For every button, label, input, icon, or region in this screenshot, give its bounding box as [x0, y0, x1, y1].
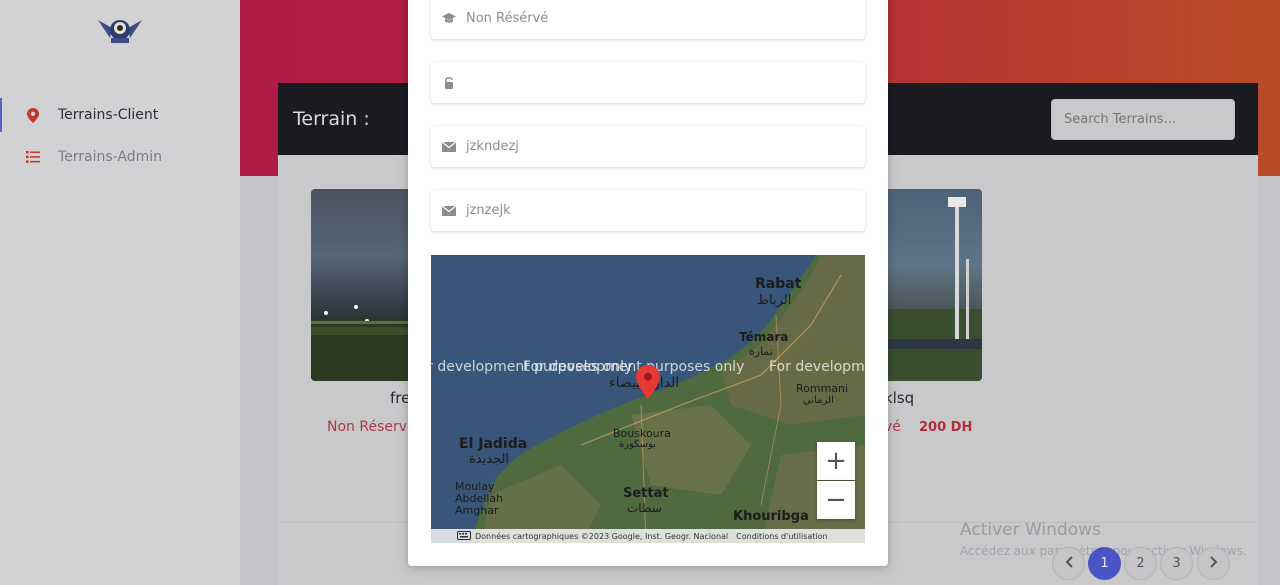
email-field-2[interactable]: jznzejk	[431, 190, 865, 231]
status-field-value: Non Résérvé	[466, 11, 549, 26]
terrain-card-status: Non Réserv	[327, 419, 408, 435]
map-label-rommani-ar: الرماني	[803, 395, 834, 406]
map-dev-watermark: For development purposes only	[769, 359, 865, 375]
map-marker-icon[interactable]	[636, 365, 660, 403]
email-field[interactable]: jzkndezj	[431, 126, 865, 167]
map-label-amghar: Amghar	[455, 504, 499, 517]
sidebar-item-label: Terrains-Client	[58, 107, 159, 123]
chevron-right-icon	[1209, 555, 1218, 572]
pagination-prev-button[interactable]	[1052, 547, 1085, 580]
map-label-el-jadida-ar: الجديدة	[469, 452, 510, 467]
envelope-icon	[442, 141, 456, 152]
map-label-rabat-ar: الرباط	[757, 293, 792, 308]
map-label-rabat: Rabat	[755, 276, 802, 292]
location-map[interactable]: For development purposes only For develo…	[431, 255, 865, 543]
sidebar-item-label: Terrains-Admin	[58, 149, 163, 165]
password-field[interactable]	[431, 62, 865, 103]
zoom-out-button[interactable]: −	[817, 481, 855, 519]
map-terms-link[interactable]: Conditions d'utilisation	[736, 532, 827, 541]
keyboard-icon[interactable]	[457, 530, 471, 542]
map-label-khouribga: Khouribga	[733, 509, 809, 524]
graduation-cap-icon	[442, 13, 456, 24]
pagination-next-button[interactable]	[1197, 547, 1230, 580]
pagination-page-2[interactable]: 2	[1124, 547, 1157, 580]
terrain-card-name: klsq	[884, 389, 915, 407]
terrain-photo	[311, 189, 411, 381]
map-marker-icon	[22, 107, 44, 123]
sidebar: Terrains-Client Terrains-Admin	[0, 0, 240, 585]
map-attribution-bar: Données cartographiques ©2023 Google, In…	[431, 529, 865, 543]
page-title: Terrain :	[293, 108, 370, 130]
terrain-card-price: 200 DH	[919, 420, 973, 435]
map-label-temara-ar: تمارة	[749, 345, 773, 358]
map-label-bouskoura-ar: بوسكورة	[619, 439, 657, 450]
terrain-modal: Non Résérvé jzkndezj jznzejk For develop…	[408, 0, 888, 566]
list-icon	[22, 151, 44, 163]
zoom-in-button[interactable]: +	[817, 442, 855, 480]
map-dev-watermark: For development purposes only	[523, 359, 745, 375]
terrain-photo	[880, 189, 982, 381]
map-label-settat-ar: سطات	[627, 501, 662, 515]
logo	[96, 14, 144, 46]
envelope-icon	[442, 205, 456, 216]
sidebar-item-terrains-admin[interactable]: Terrains-Admin	[0, 140, 240, 174]
sidebar-item-terrains-client[interactable]: Terrains-Client	[0, 98, 240, 132]
map-label-temara: Témara	[739, 330, 789, 344]
email-field-value: jznzejk	[466, 203, 511, 218]
chevron-left-icon	[1065, 555, 1073, 572]
status-field[interactable]: Non Résérvé	[431, 0, 865, 39]
map-label-rommani: Rommani	[796, 382, 849, 395]
email-field-value: jzkndezj	[466, 139, 519, 154]
pagination-page-3[interactable]: 3	[1160, 547, 1193, 580]
map-label-settat: Settat	[623, 486, 669, 501]
search-input[interactable]	[1051, 99, 1235, 140]
windows-watermark-title: Activer Windows	[960, 520, 1101, 540]
map-attribution: Données cartographiques ©2023 Google, In…	[475, 531, 729, 541]
map-label-el-jadida: El Jadida	[459, 436, 528, 452]
pagination-page-1[interactable]: 1	[1088, 547, 1121, 580]
lock-icon	[442, 76, 456, 89]
